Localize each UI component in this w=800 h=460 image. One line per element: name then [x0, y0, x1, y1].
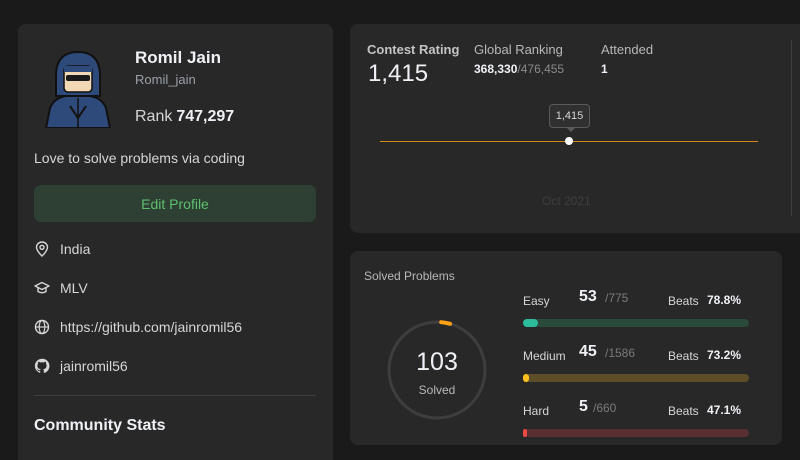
user-handle: Romil_jain [135, 72, 196, 87]
beats-value: 73.2% [707, 348, 742, 362]
github-icon [34, 358, 50, 374]
progress-fill [523, 319, 538, 327]
rank: Rank 747,297 [135, 108, 234, 126]
beats-label: Beats [668, 294, 699, 308]
attended-label: Attended [601, 42, 654, 57]
rank-value: 747,297 [176, 108, 235, 125]
location-pin-icon [34, 241, 50, 257]
solved-count-label: Solved [418, 383, 456, 397]
website-link[interactable]: https://github.com/jainromil56 [60, 319, 242, 335]
rank-label: Rank [135, 108, 173, 125]
location-text: India [60, 241, 91, 257]
contest-card: Contest Rating 1,415 Global Ranking 368,… [350, 24, 800, 233]
card-divider [791, 40, 792, 216]
difficulty-name: Medium [523, 349, 566, 363]
progress-track [523, 374, 749, 382]
global-ranking-label: Global Ranking [474, 42, 563, 57]
school-row: MLV [34, 280, 88, 296]
difficulty-row-medium: Medium 45 /1586 Beats 73.2% [523, 340, 749, 384]
contest-rating-value: 1,415 [368, 60, 429, 87]
difficulty-total: /1586 [605, 346, 636, 360]
progress-fill [523, 429, 527, 437]
github-link[interactable]: jainromil56 [60, 358, 128, 374]
beats-value: 78.8% [707, 293, 742, 307]
solved-problems-card: Solved Problems 103 Solved Easy 53 /775 … [350, 251, 782, 445]
difficulty-total: /660 [593, 401, 617, 415]
beats-label: Beats [668, 404, 699, 418]
beats-label: Beats [668, 349, 699, 363]
avatar[interactable] [42, 46, 114, 128]
difficulty-solved: 45 [579, 343, 597, 360]
tooltip-tail [566, 127, 576, 132]
global-rank: 368,330 [474, 62, 518, 76]
website-row: https://github.com/jainromil56 [34, 319, 242, 335]
difficulty-solved: 53 [579, 288, 597, 305]
solved-problems-title: Solved Problems [364, 269, 455, 283]
difficulty-name: Easy [523, 294, 550, 308]
rating-tooltip: 1,415 [549, 104, 590, 128]
difficulty-name: Hard [523, 404, 550, 418]
difficulty-row-easy: Easy 53 /775 Beats 78.8% [523, 285, 749, 329]
beats-value: 47.1% [707, 403, 742, 417]
progress-track [523, 319, 749, 327]
location-row: India [34, 241, 90, 257]
user-name: Romil Jain [135, 48, 221, 67]
attended-value: 1 [601, 62, 608, 76]
community-stats-title: Community Stats [34, 417, 166, 434]
school-text: MLV [60, 280, 88, 296]
graduation-cap-icon [34, 280, 50, 296]
progress-fill [523, 374, 529, 382]
difficulty-solved: 5 [579, 398, 588, 415]
bio: Love to solve problems via coding [34, 150, 245, 166]
progress-track [523, 429, 749, 437]
profile-divider [34, 395, 316, 396]
difficulty-row-hard: Hard 5 /660 Beats 47.1% [523, 395, 749, 439]
globe-icon [34, 319, 50, 335]
difficulty-total: /775 [605, 291, 629, 305]
date-label: Oct 2021 [542, 194, 591, 208]
rating-point[interactable] [565, 137, 573, 145]
solved-count: 103 [416, 348, 458, 376]
contest-rating-label: Contest Rating [367, 42, 460, 57]
github-row: jainromil56 [34, 358, 128, 374]
edit-profile-button[interactable]: Edit Profile [34, 185, 316, 222]
global-rank-total: /476,455 [517, 62, 565, 76]
global-ranking-value: 368,330/476,455 [474, 62, 564, 76]
